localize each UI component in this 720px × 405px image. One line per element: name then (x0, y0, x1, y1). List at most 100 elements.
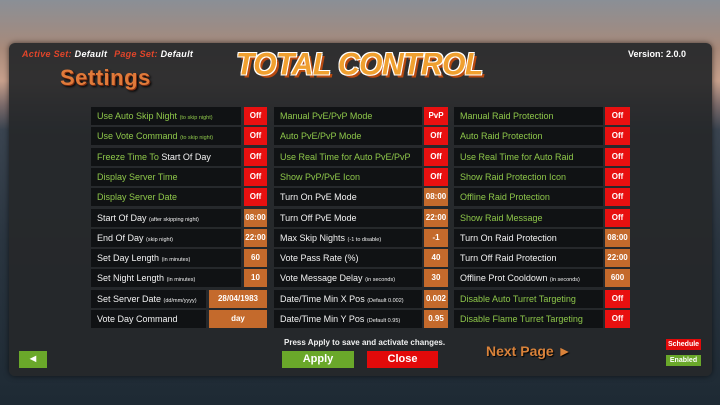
active-set-label: Active Set: (22, 49, 72, 59)
setting-label: Use Real Time for Auto Raid (454, 148, 603, 166)
toggle-button[interactable]: PvP (424, 107, 448, 125)
setting-label-text: Set Day Length (97, 253, 160, 263)
setting-label: Use Auto Skip Night (to skip night) (91, 107, 241, 125)
toggle-button[interactable]: Off (244, 168, 267, 186)
setting-label-text: Turn Off Raid Protection (460, 253, 557, 263)
value-field[interactable]: 0.002 (424, 290, 448, 308)
setting-label: Turn On Raid Protection (454, 229, 603, 247)
setting-label: Set Server Date (dd/mm/yyyy) (91, 290, 206, 308)
apply-button[interactable]: Apply (282, 351, 354, 368)
active-set-indicator: Active Set: Default Page Set: Default (22, 49, 197, 59)
next-page-button[interactable]: Next Page ► (486, 343, 571, 359)
setting-label: Set Day Length (in minutes) (91, 249, 241, 267)
value-field[interactable]: 08:00 (605, 229, 630, 247)
setting-label: Date/Time Min Y Pos (Default 0.95) (274, 310, 422, 328)
setting-label: Turn Off Raid Protection (454, 249, 603, 267)
setting-label-note: (after skipping night) (149, 217, 199, 223)
setting-label-text: Turn Off PvE Mode (280, 213, 357, 223)
setting-label: Display Server Date (91, 188, 241, 206)
setting-label-text: Max Skip Nights (280, 233, 346, 243)
setting-label-text: Date/Time Min X Pos (280, 294, 365, 304)
toggle-button[interactable]: Off (605, 290, 630, 308)
value-field[interactable]: 22:00 (244, 229, 267, 247)
setting-label-text: Disable Flame Turret Targeting (460, 314, 583, 324)
toggle-button[interactable]: Off (605, 148, 630, 166)
value-field[interactable]: 22:00 (424, 209, 448, 227)
setting-label: Vote Message Delay (in seconds) (274, 269, 422, 287)
setting-label-text: End Of Day (97, 233, 144, 243)
value-field[interactable]: 10 (244, 269, 267, 287)
toggle-button[interactable]: Off (424, 127, 448, 145)
setting-label: Turn On PvE Mode (274, 188, 422, 206)
active-set-value: Default (74, 49, 108, 59)
toggle-button[interactable]: Off (424, 168, 448, 186)
toggle-button[interactable]: Off (244, 127, 267, 145)
setting-label-note: (in minutes) (161, 257, 191, 263)
setting-label: Display Server Time (91, 168, 241, 186)
value-field[interactable]: 60 (244, 249, 267, 267)
setting-label-text: Offline Raid Protection (460, 192, 550, 202)
value-field[interactable]: 0.95 (424, 310, 448, 328)
value-field[interactable]: 22:00 (605, 249, 630, 267)
toggle-button[interactable]: Off (605, 107, 630, 125)
setting-label-text: Show Raid Message (460, 213, 543, 223)
setting-label-note: (in seconds) (549, 277, 580, 283)
toggle-button[interactable]: Off (605, 127, 630, 145)
setting-label: Auto PvE/PvP Mode (274, 127, 422, 145)
page-title: Settings (60, 65, 151, 90)
value-field[interactable]: -1 (424, 229, 448, 247)
setting-label-text: Set Night Length (97, 273, 165, 283)
close-button[interactable]: Close (367, 351, 438, 368)
toggle-button[interactable]: Off (244, 188, 267, 206)
setting-label: Offline Prot Cooldown (in seconds) (454, 269, 603, 287)
setting-label: Date/Time Min X Pos (Default 0.002) (274, 290, 422, 308)
setting-label-text: Vote Pass Rate (%) (280, 253, 359, 263)
setting-label-note: (Default 0.95) (366, 318, 401, 324)
value-field[interactable]: 08:00 (424, 188, 448, 206)
setting-label: Vote Pass Rate (%) (274, 249, 422, 267)
version-label: Version: 2.0.0 (627, 49, 686, 59)
setting-label-text: Offline Prot Cooldown (460, 273, 548, 283)
setting-label-note: (-1 to disable) (347, 237, 382, 243)
page-set-value: Default (160, 49, 194, 59)
toggle-button[interactable]: Off (605, 168, 630, 186)
enabled-button[interactable]: Enabled (666, 355, 701, 366)
page-set-label: Page Set: (114, 49, 158, 59)
setting-label: End Of Day (skip night) (91, 229, 241, 247)
setting-label: Disable Auto Turret Targeting (454, 290, 603, 308)
value-field[interactable]: 28/04/1983 (209, 290, 267, 308)
schedule-button[interactable]: Schedule (666, 339, 701, 350)
toggle-button[interactable]: Off (424, 148, 448, 166)
toggle-button[interactable]: Off (244, 148, 267, 166)
toggle-button[interactable]: Off (605, 188, 630, 206)
value-field[interactable]: 08:00 (244, 209, 267, 227)
app-logo: TOTAL CONTROL (236, 47, 483, 82)
toggle-button[interactable]: Off (605, 209, 630, 227)
setting-label-text: Date/Time Min Y Pos (280, 314, 365, 324)
setting-label: Show Raid Protection Icon (454, 168, 603, 186)
toggle-button[interactable]: Off (605, 310, 630, 328)
setting-label: Use Real Time for Auto PvE/PvP (274, 148, 422, 166)
setting-label: Manual PvE/PvP Mode (274, 107, 422, 125)
setting-label: Manual Raid Protection (454, 107, 603, 125)
setting-label-note: (in seconds) (365, 277, 396, 283)
setting-label-text: Disable Auto Turret Targeting (460, 294, 576, 304)
toggle-button[interactable]: Off (244, 107, 267, 125)
setting-label-text: Turn On PvE Mode (280, 192, 357, 202)
setting-label-text: Use Auto Skip Night (97, 111, 178, 121)
setting-label-text: Manual Raid Protection (460, 111, 554, 121)
setting-label: Auto Raid Protection (454, 127, 603, 145)
value-field[interactable]: day (209, 310, 267, 328)
value-field[interactable]: 30 (424, 269, 448, 287)
setting-label-text: Use Vote Command (97, 131, 178, 141)
setting-label-note: (dd/mm/yyyy) (163, 298, 197, 304)
value-field[interactable]: 600 (605, 269, 630, 287)
apply-note: Press Apply to save and activate changes… (284, 338, 446, 347)
setting-label-note: (to skip night) (180, 135, 214, 141)
setting-label-text: Show Raid Protection Icon (460, 172, 567, 182)
setting-label-target: Start Of Day (161, 152, 211, 162)
previous-page-button[interactable]: ◄ (19, 351, 47, 368)
value-field[interactable]: 40 (424, 249, 448, 267)
setting-label: Offline Raid Protection (454, 188, 603, 206)
setting-label-note: (to skip night) (179, 115, 213, 121)
